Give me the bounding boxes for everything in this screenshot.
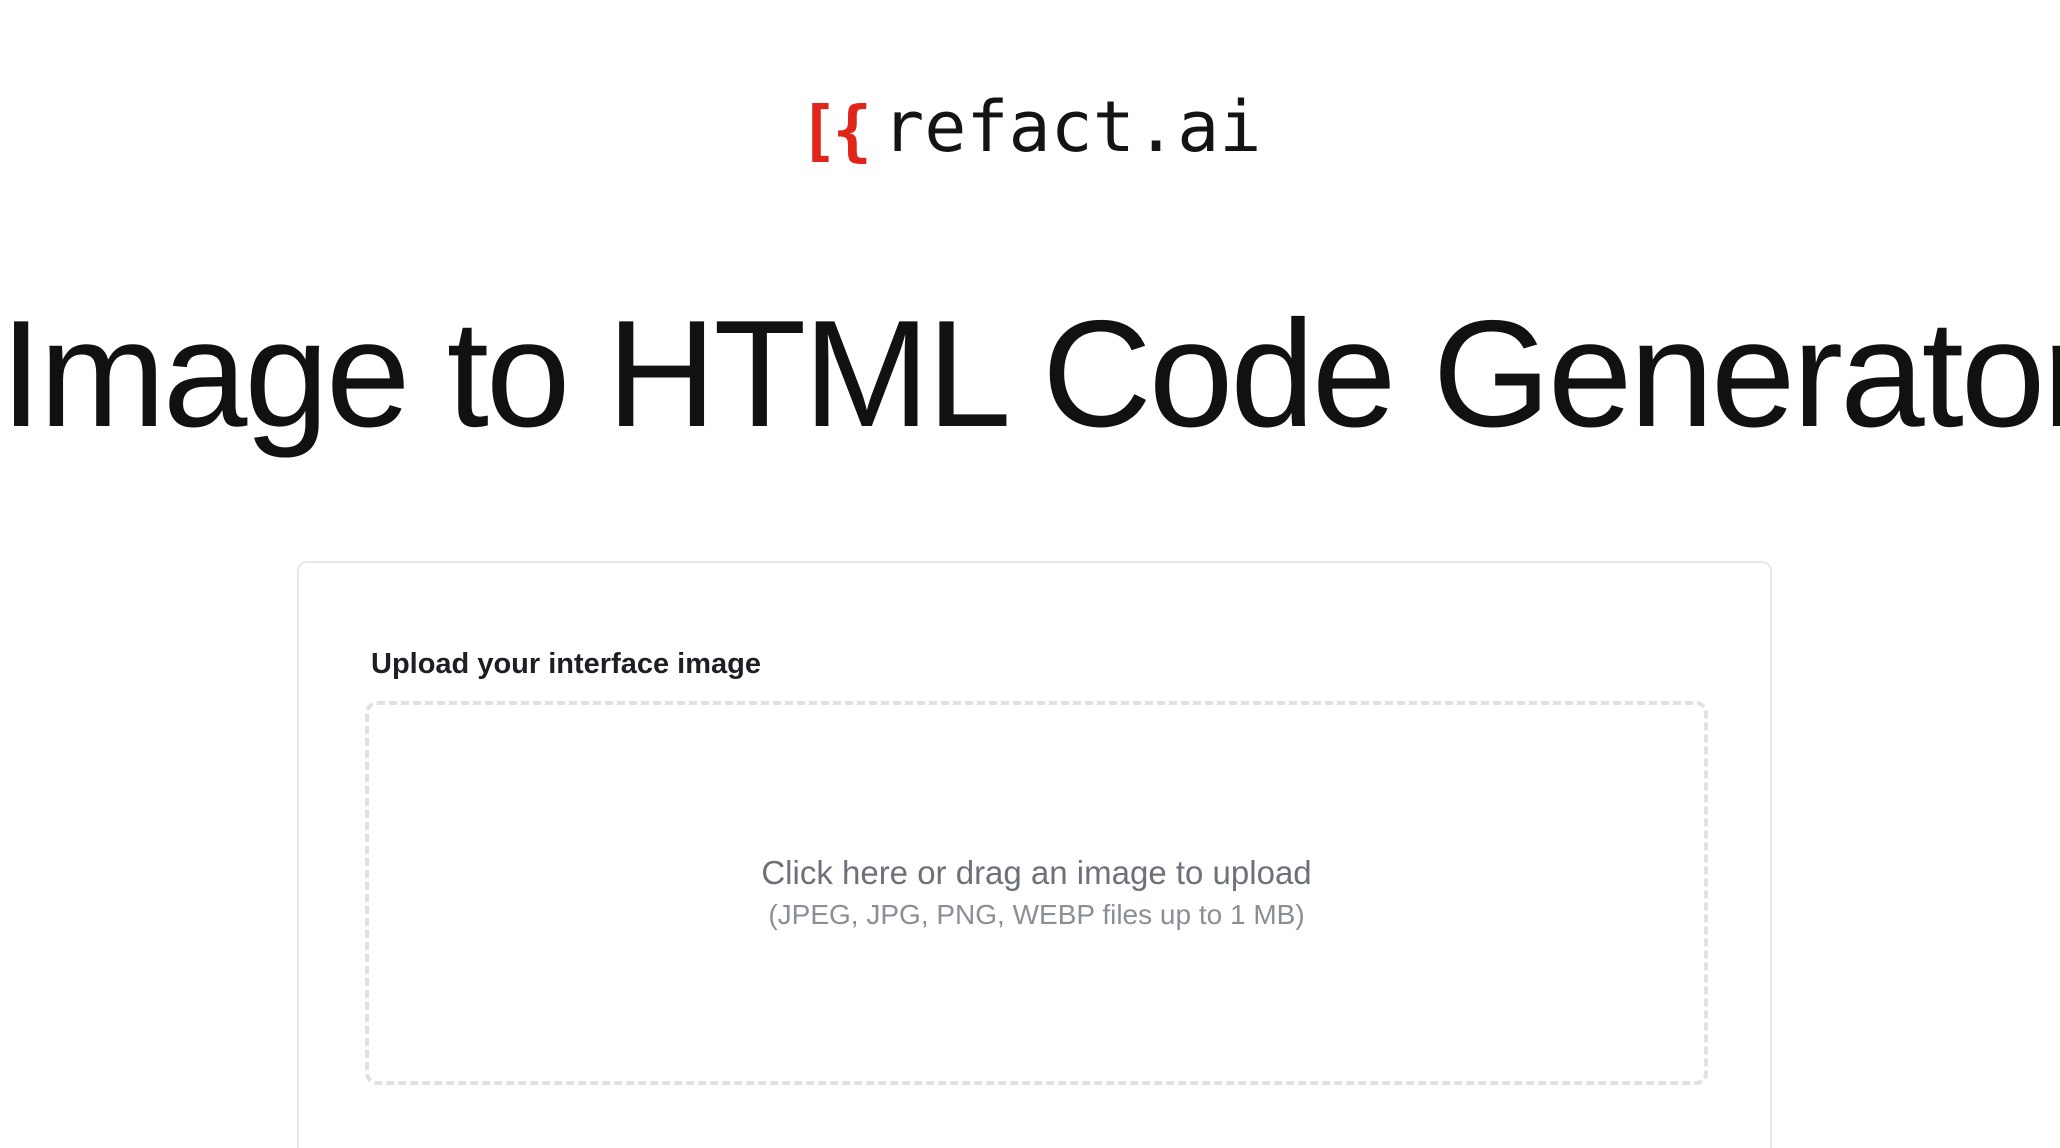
upload-label: Upload your interface image [371,648,761,680]
image-upload-dropzone[interactable]: Click here or drag an image to upload (J… [365,701,1708,1085]
dropzone-instruction: Click here or drag an image to upload [761,854,1312,891]
dropzone-file-hint: (JPEG, JPG, PNG, WEBP files up to 1 MB) [768,899,1305,930]
logo-wordmark: refact.ai [882,86,1262,168]
refact-logo-icon: [{ [798,92,873,169]
logo-link[interactable]: [{ refact.ai [0,86,2060,169]
page: [{ refact.ai Image to HTML Code Generato… [0,0,2060,1148]
upload-card: Upload your interface image Click here o… [297,561,1772,1148]
page-title: Image to HTML Code Generator [0,289,2060,459]
